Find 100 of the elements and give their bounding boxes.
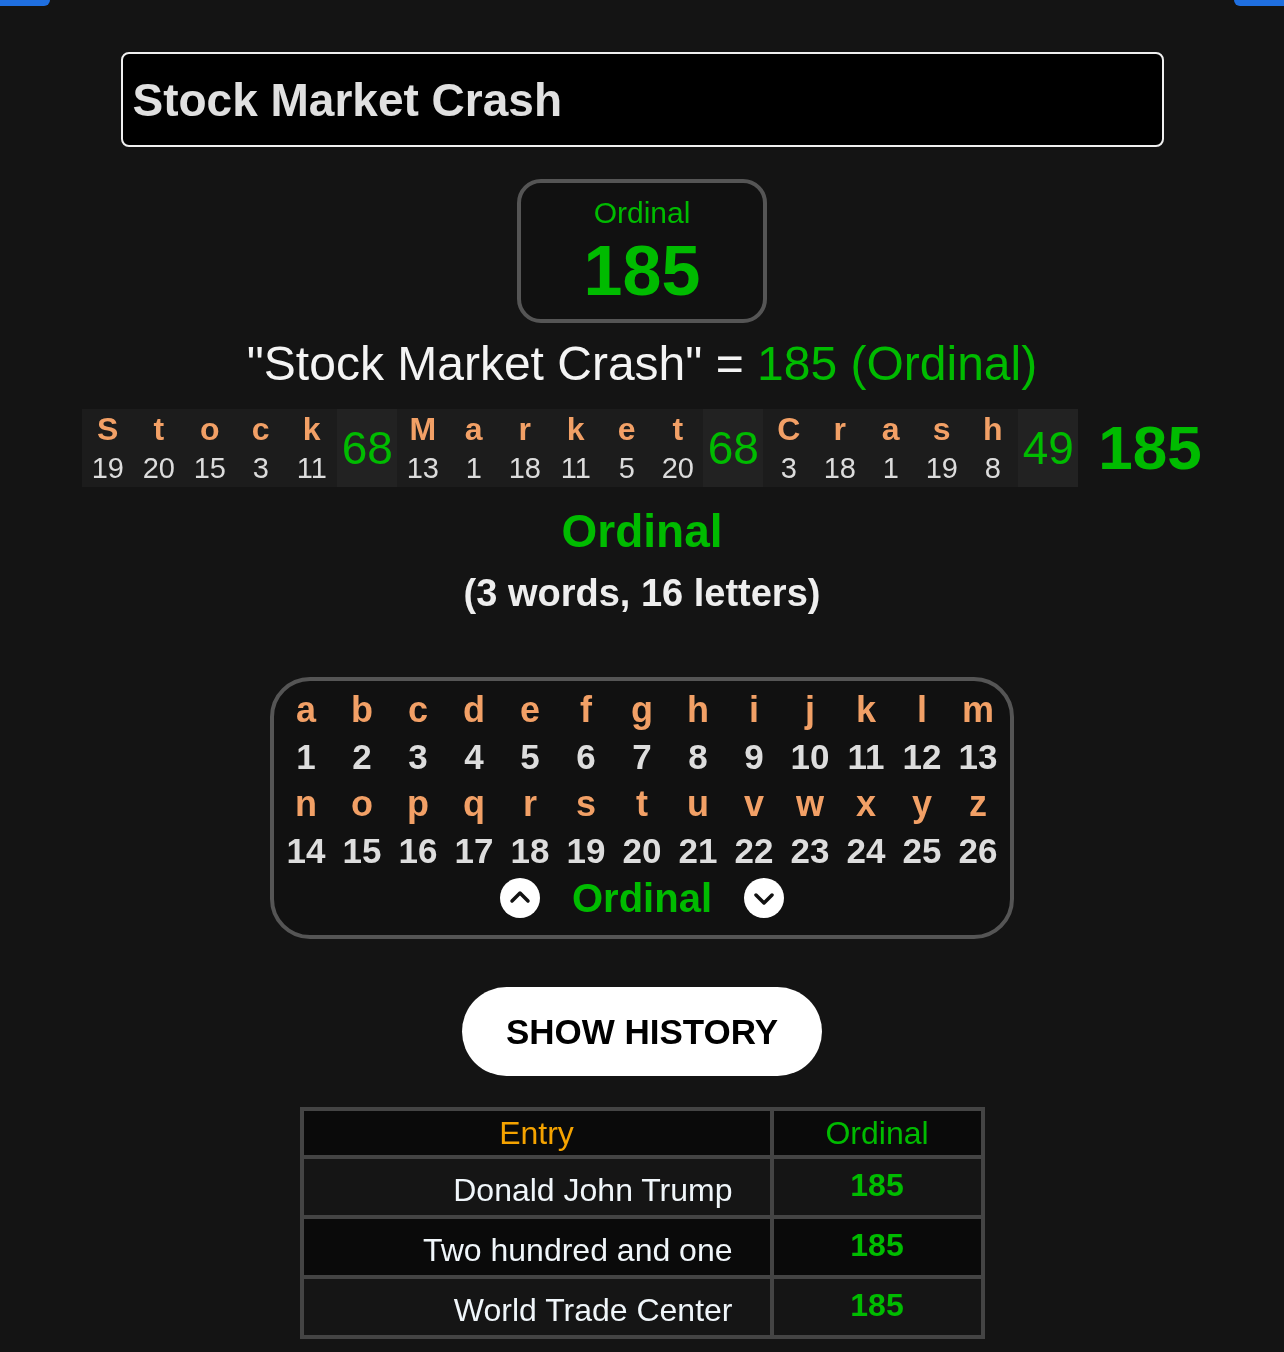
letter-value: 18 <box>508 451 541 486</box>
table-cell: World Trade Center <box>303 1279 770 1335</box>
letter-text: a <box>881 410 900 449</box>
letter-value: 1 <box>465 451 482 486</box>
chart-value: 2 <box>352 736 372 778</box>
letter-text: C <box>777 410 801 449</box>
letter-value: 11 <box>296 451 327 486</box>
chevron-up-icon[interactable] <box>500 878 540 918</box>
cipher-heading: Ordinal <box>561 504 723 559</box>
chart-value: 21 <box>678 830 718 872</box>
chart-value: 8 <box>688 736 708 778</box>
chart-letter: h <box>687 688 709 732</box>
chart-letter: j <box>805 688 815 732</box>
table-header: Entry <box>303 1111 770 1155</box>
letter-value: 3 <box>252 451 269 486</box>
word-total: 49 <box>1018 409 1079 487</box>
chart-letter: g <box>631 688 653 732</box>
letter-text: k <box>302 410 321 449</box>
letter-text: M <box>409 410 437 449</box>
chevron-down-icon[interactable] <box>744 878 784 918</box>
chart-letter: k <box>856 688 876 732</box>
chart-value: 22 <box>734 830 774 872</box>
letter-text: a <box>464 410 483 449</box>
chart-value: 15 <box>342 830 382 872</box>
chart-value: 5 <box>520 736 540 778</box>
letter-value: 8 <box>984 451 1001 486</box>
chart-value: 10 <box>790 736 830 778</box>
corner-button[interactable] <box>1234 0 1284 6</box>
show-history-button[interactable]: SHOW HISTORY <box>462 987 822 1076</box>
chart-value: 18 <box>510 830 550 872</box>
chart-letter: b <box>351 688 373 732</box>
letter-value: 11 <box>560 451 591 486</box>
letter-text: r <box>833 410 846 449</box>
chart-letter: x <box>856 782 876 826</box>
chart-letter: q <box>463 782 485 826</box>
letter-value: 20 <box>142 451 175 486</box>
chart-value: 23 <box>790 830 830 872</box>
table-header: Ordinal <box>773 1111 981 1155</box>
chart-letter: a <box>296 688 316 732</box>
chart-value: 6 <box>576 736 596 778</box>
letter-text: s <box>932 410 951 449</box>
chart-letter: m <box>962 688 994 732</box>
chart-value: 3 <box>408 736 428 778</box>
chart-letter: w <box>796 782 824 826</box>
letter-value: 5 <box>618 451 635 486</box>
chart-value: 19 <box>566 830 606 872</box>
letter-text: o <box>200 410 220 449</box>
chart-letter: c <box>408 688 428 732</box>
chart-value: 11 <box>847 736 885 778</box>
chart-value: 7 <box>632 736 652 778</box>
chart-value: 13 <box>958 736 998 778</box>
letter-text: h <box>983 410 1003 449</box>
table-cell: 185 <box>773 1279 981 1335</box>
chart-letter: y <box>912 782 932 826</box>
chart-value: 9 <box>744 736 764 778</box>
chart-letter: r <box>523 782 537 826</box>
chart-letter: o <box>351 782 373 826</box>
chart-letter: n <box>295 782 317 826</box>
search-field[interactable]: Stock Market Crash <box>120 52 1164 147</box>
chart-value: 16 <box>398 830 438 872</box>
word-letter-count: (3 words, 16 letters) <box>463 571 821 615</box>
chart-letter: p <box>407 782 429 826</box>
letter-value: 20 <box>661 451 694 486</box>
chart-value: 4 <box>464 736 484 778</box>
chart-value: 24 <box>846 830 886 872</box>
letter-text: r <box>518 410 531 449</box>
letter-value: 19 <box>91 451 124 486</box>
chart-letter: z <box>969 782 987 826</box>
chart-value: 26 <box>958 830 998 872</box>
chart-letter: f <box>580 688 592 732</box>
table-cell: Donald John Trump <box>303 1159 770 1215</box>
chart-letter: e <box>520 688 540 732</box>
chart-letter: l <box>917 688 927 732</box>
letter-text: t <box>153 410 165 449</box>
letter-value: 1 <box>882 451 899 486</box>
total-value: 185 <box>583 231 701 311</box>
chart-letter: d <box>463 688 485 732</box>
letter-value: 19 <box>925 451 958 486</box>
letter-text: k <box>566 410 585 449</box>
corner-button[interactable] <box>0 0 50 6</box>
letter-text: e <box>617 410 636 449</box>
cipher-name: Ordinal <box>572 875 712 921</box>
letter-value: 15 <box>193 451 226 486</box>
chart-value: 14 <box>286 830 326 872</box>
chart-value: 25 <box>902 830 942 872</box>
table-cell: 185 <box>773 1159 981 1215</box>
letter-value: 18 <box>823 451 856 486</box>
grand-total: 185 <box>1098 412 1202 484</box>
chart-letter: u <box>687 782 709 826</box>
chart-letter: t <box>636 782 648 826</box>
equation-text: "Stock Market Crash" = 185 (Ordinal) <box>246 336 1038 392</box>
table-cell: 185 <box>773 1219 981 1275</box>
chart-letter: s <box>576 782 596 826</box>
word-total: 68 <box>703 409 764 487</box>
table-cell: Two hundred and one <box>303 1219 770 1275</box>
chart-value: 1 <box>296 736 316 778</box>
letter-text: t <box>672 410 684 449</box>
letter-text: S <box>97 410 119 449</box>
chart-value: 12 <box>902 736 942 778</box>
chart-value: 17 <box>454 830 494 872</box>
